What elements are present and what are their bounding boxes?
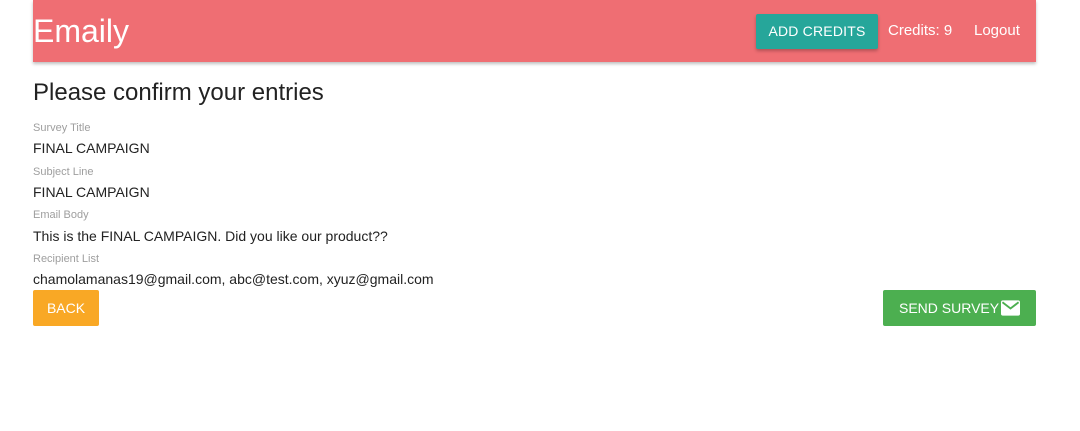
page-title: Please confirm your entries [33,79,324,106]
brand-logo[interactable]: Emaily [33,13,129,49]
logout-link[interactable]: Logout [974,21,1020,41]
email-body-value: This is the FINAL CAMPAIGN. Did you like… [33,228,388,244]
survey-title-label: Survey Title [33,122,91,134]
subject-line-value: FINAL CAMPAIGN [33,184,150,200]
subject-line-label: Subject Line [33,166,94,178]
survey-title-value: FINAL CAMPAIGN [33,140,150,156]
back-button[interactable]: BACK [33,290,99,326]
credits-count: Credits: 9 [888,22,953,39]
recipient-list-value: chamolamanas19@gmail.com, abc@test.com, … [33,271,434,287]
send-survey-label: SEND SURVEY [899,300,1000,316]
email-icon [1001,300,1020,316]
navbar: Emaily ADD CREDITS Credits: 9 Logout [33,0,1036,62]
recipient-list-label: Recipient List [33,253,100,265]
email-body-label: Email Body [33,209,89,221]
add-credits-button[interactable]: ADD CREDITS [756,14,878,49]
send-survey-button[interactable]: SEND SURVEY [883,290,1036,326]
